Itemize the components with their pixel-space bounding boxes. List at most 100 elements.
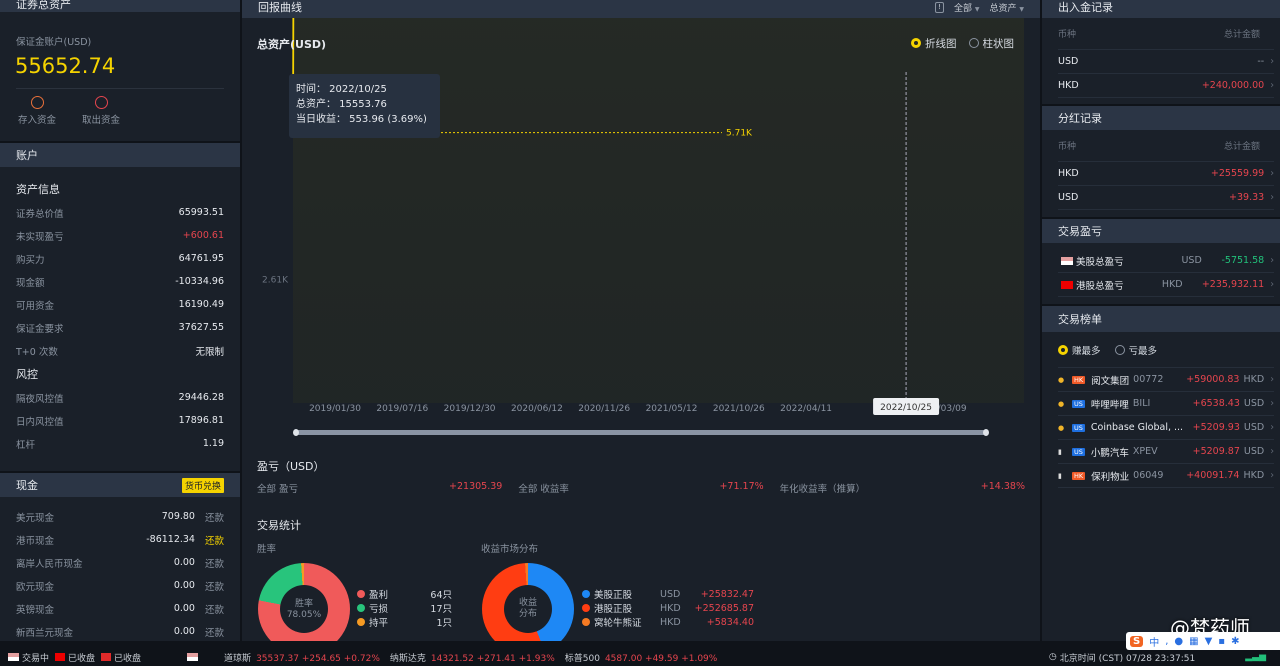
- ranking-row[interactable]: ● US 哔哩哔哩 BILI +6538.43 USD ›: [1058, 392, 1274, 416]
- ime-chinese-icon: 中: [1149, 637, 1160, 649]
- panel-header: 账户: [0, 143, 240, 167]
- rank-medal-icon: ●: [1058, 375, 1065, 384]
- legend-dot-icon: [582, 618, 590, 626]
- repay-button[interactable]: 还款: [205, 602, 224, 616]
- legend-dot-icon: [582, 604, 590, 612]
- panel-header: 回报曲线 ! 全部 ▼ 总资产 ▼: [242, 0, 1040, 18]
- deposit-icon: [30, 96, 44, 109]
- most-loss-radio[interactable]: 亏最多: [1114, 343, 1157, 357]
- range-dropdown[interactable]: 全部 ▼: [954, 1, 980, 14]
- slider-handle-left[interactable]: [293, 429, 299, 436]
- withdraw-button[interactable]: 取出资金: [82, 96, 120, 126]
- caret-down-icon: ▼: [974, 5, 980, 13]
- x-tick-label: 2020/06/12: [511, 404, 563, 414]
- chevron-right-icon: ›: [1270, 470, 1274, 481]
- legend-dot-icon: [582, 590, 590, 598]
- repay-button[interactable]: 还款: [205, 510, 224, 524]
- total-assets-chart[interactable]: 70.00K60.00K50.00K40.00K30.00K20.00K10.0…: [242, 0, 1040, 450]
- x-tick-label: 2020/11/26: [578, 404, 630, 414]
- market-title: 收益市场分布: [481, 544, 539, 555]
- repay-button[interactable]: 还款: [205, 625, 224, 639]
- market-switch[interactable]: [187, 653, 199, 661]
- pl-item: 全部 收益率 +71.17%: [518, 481, 764, 495]
- info-row: 杠杆 1.19: [16, 438, 224, 451]
- index-quote[interactable]: 纳斯达克 14321.52 +271.41 +1.93%: [390, 651, 555, 664]
- cash-row: 美元现金 709.80 还款: [16, 510, 224, 524]
- margin-value: 55652.74: [15, 54, 116, 78]
- ime-toolbar[interactable]: S 中, ● ▦ ▼ ▪ ✱: [1126, 632, 1280, 650]
- trade-pl-row[interactable]: 港股总盈亏 HKD +235,932.11 ›: [1058, 273, 1274, 297]
- line-chart-radio[interactable]: 折线图: [911, 36, 957, 51]
- info-row: 未实现盈亏 +600.61: [16, 230, 224, 243]
- crosshair-x-label: 2022/10/25: [880, 403, 932, 413]
- risk-title: 风控: [16, 368, 38, 381]
- metric-dropdown[interactable]: 总资产 ▼: [989, 1, 1024, 14]
- margin-label: 保证金账户(USD): [16, 37, 92, 48]
- legend-item: 港股正股 HKD +252685.87: [582, 601, 754, 615]
- trade-pl-panel: 交易盈亏 美股总盈亏 USD -5751.58 › 港股总盈亏 HKD +235,932.1…: [1042, 219, 1280, 304]
- bar-chart-radio[interactable]: 柱状图: [968, 36, 1014, 51]
- ranking-row[interactable]: ▮ US 小鹏汽车 XPEV +5209.87 USD ›: [1058, 440, 1274, 464]
- x-tick-label: 2019/12/30: [444, 404, 496, 414]
- slider-handle-right[interactable]: [983, 429, 989, 436]
- info-row: 隔夜风控值 29446.28: [16, 392, 224, 405]
- legend-dot-icon: [357, 604, 365, 612]
- cash-row: 新西兰元现金 0.00 还款: [16, 625, 224, 639]
- deposit-button[interactable]: 存入资金: [18, 96, 56, 126]
- hk-flag-icon: [55, 653, 66, 661]
- deposit-records-panel: 出入金记录 币种 总计金额 USD -- › HKD +240,000.00 ›: [1042, 0, 1280, 104]
- legend-dot-icon: [357, 590, 365, 598]
- info-row: 证券总价值 65993.51: [16, 207, 224, 220]
- stats-title: 交易统计: [257, 519, 301, 532]
- range-slider[interactable]: [293, 429, 989, 436]
- radio-unchecked-icon: [968, 38, 979, 48]
- most-gain-radio[interactable]: 赚最多: [1058, 343, 1101, 357]
- chevron-right-icon: ›: [1270, 398, 1274, 409]
- repay-button[interactable]: 还款: [205, 556, 224, 570]
- table-header: 币种 总计金额: [1058, 130, 1274, 162]
- x-tick-label: 2022/04/11: [780, 404, 832, 414]
- record-row[interactable]: HKD +240,000.00 ›: [1058, 74, 1274, 98]
- cash-panel: 现金 货币兑换 美元现金 709.80 还款 港币现金 -86112.34 还款 离岸人民币…: [0, 473, 240, 641]
- cash-row: 离岸人民币现金 0.00 还款: [16, 556, 224, 570]
- asset-info-title: 资产信息: [16, 183, 60, 196]
- chevron-right-icon: ›: [1270, 446, 1274, 457]
- ranking-row[interactable]: ● HK 阅文集团 00772 +59000.83 HKD ›: [1058, 368, 1274, 392]
- status-bar: 交易中 已收盘 已收盘 道琼斯 35537.37 +254.65 +0.72% 纳斯…: [0, 648, 1280, 666]
- currency-exchange-button[interactable]: 货币兑换: [181, 477, 224, 493]
- table-header: 币种 总计金额: [1058, 18, 1274, 50]
- chart-title: 总资产(USD): [257, 38, 327, 51]
- chart-tooltip: 时间： 2022/10/25 总资产： 15553.76 当日收益： 553.9…: [289, 74, 440, 138]
- repay-button[interactable]: 还款: [205, 579, 224, 593]
- ranking-row[interactable]: ▮ HK 保利物业 06049 +40091.74 HKD ›: [1058, 464, 1274, 488]
- record-row[interactable]: USD -- ›: [1058, 50, 1274, 74]
- us-flag-icon: [8, 653, 19, 661]
- info-icon[interactable]: !: [934, 1, 944, 13]
- index-quote[interactable]: 标普500 4587.00 +49.59 +1.09%: [565, 651, 718, 664]
- legend-item: 盈利 64只: [357, 587, 452, 601]
- legend-item: 亏损 17只: [357, 601, 452, 615]
- panel-header: 证券总资产: [0, 0, 240, 12]
- ranking-row[interactable]: ● US Coinbase Global, ... +5209.93 USD ›: [1058, 416, 1274, 440]
- radio-checked-icon: [911, 38, 921, 48]
- trade-pl-row[interactable]: 美股总盈亏 USD -5751.58 ›: [1058, 249, 1274, 273]
- clock-icon: ◷: [1048, 652, 1057, 662]
- panel-header: 交易榜单: [1042, 306, 1280, 332]
- repay-button[interactable]: 还款: [205, 533, 224, 547]
- rank-medal-icon: ▮: [1058, 447, 1062, 456]
- sogou-logo-icon: S: [1130, 635, 1144, 647]
- market-badge: US: [1072, 399, 1085, 408]
- market-badge: US: [1072, 447, 1085, 456]
- cash-row: 港币现金 -86112.34 还款: [16, 533, 224, 547]
- info-row: 保证金要求 37627.55: [16, 322, 224, 335]
- legend-item: 美股正股 USD +25832.47: [582, 587, 754, 601]
- market-badge: HK: [1072, 471, 1086, 480]
- chevron-right-icon: ›: [1270, 279, 1274, 290]
- chevron-right-icon: ›: [1270, 255, 1274, 266]
- panel-header: 出入金记录: [1042, 0, 1280, 18]
- market-badge: US: [1072, 423, 1085, 432]
- index-quote[interactable]: 道琼斯 35537.37 +254.65 +0.72%: [224, 651, 380, 664]
- info-row: 日内风控值 17896.81: [16, 415, 224, 428]
- record-row[interactable]: USD +39.33 ›: [1058, 186, 1274, 210]
- record-row[interactable]: HKD +25559.99 ›: [1058, 162, 1274, 186]
